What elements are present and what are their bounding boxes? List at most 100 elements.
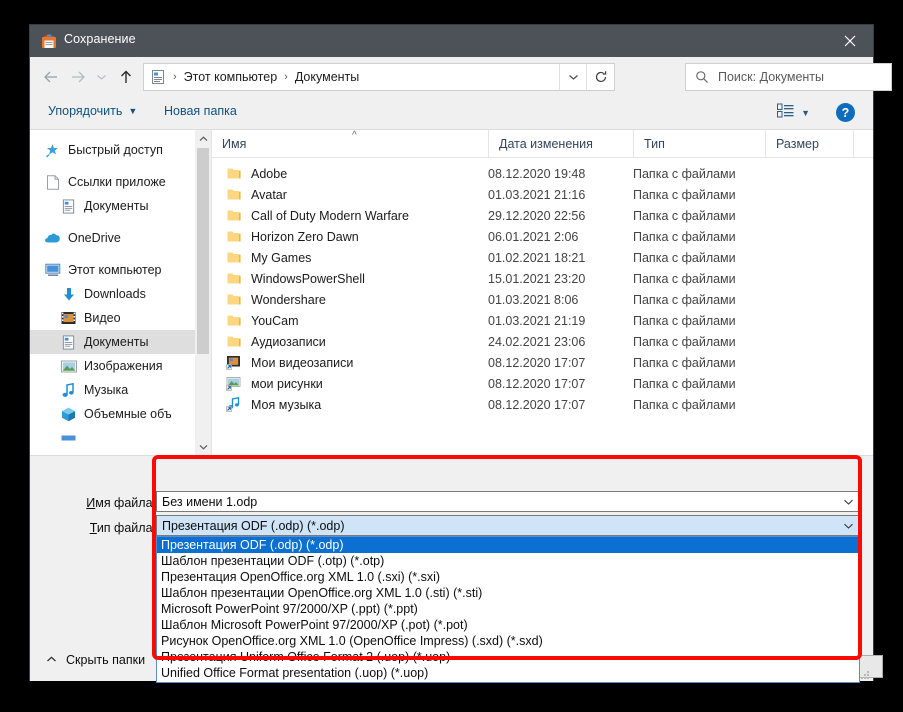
folder-icon — [226, 313, 242, 329]
chevron-down-icon: ▼ — [128, 106, 138, 116]
dropdown-option[interactable]: Рисунок OpenOffice.org XML 1.0 (OpenOffi… — [157, 633, 859, 649]
chevron-up-icon[interactable] — [195, 130, 211, 147]
chevron-down-icon: ▼ — [801, 108, 810, 118]
breadcrumb-item-0[interactable]: Этот компьютер — [184, 70, 277, 84]
dropdown-option[interactable]: Шаблон презентации ODF (.otp) (*.otp) — [157, 553, 859, 569]
address-bar[interactable]: › Этот компьютер › Документы — [143, 63, 615, 91]
pin-star-icon — [44, 143, 61, 158]
sidebar-item-app-links[interactable]: Ссылки приложе — [30, 170, 195, 194]
file-name-cell: WindowsPowerShell — [226, 271, 365, 287]
file-name-cell: Мои видеозаписи — [226, 355, 353, 371]
sidebar-item-partial[interactable] — [30, 426, 195, 450]
navigation-sidebar: Быстрый доступ Ссылки приложе Документы … — [30, 130, 195, 455]
sidebar-item-music[interactable]: Музыка — [30, 378, 195, 402]
folder-icon — [226, 229, 242, 245]
sidebar-item-label: Объемные объ — [84, 407, 172, 421]
view-list-icon — [777, 103, 794, 123]
file-date: 01.03.2021 21:19 — [488, 313, 586, 328]
help-button[interactable]: ? — [836, 103, 855, 122]
filetype-combobox[interactable]: Презентация ODF (.odp) (*.odp) — [156, 515, 860, 536]
table-row[interactable]: YouCam 01.03.2021 21:19 Папка с файлами — [212, 310, 873, 331]
sidebar-item-label: Этот компьютер — [68, 263, 162, 277]
table-row[interactable]: Avatar 01.03.2021 21:16 Папка с файлами — [212, 184, 873, 205]
organize-button[interactable]: Упорядочить ▼ — [48, 104, 137, 118]
sidebar-item-pictures[interactable]: Изображения — [30, 354, 195, 378]
arrow-left-icon[interactable] — [39, 65, 63, 89]
scrollbar-thumb[interactable] — [197, 148, 209, 354]
hide-folders-button[interactable]: Скрыть папки — [46, 653, 145, 667]
table-row[interactable]: Call of Duty Modern Warfare 29.12.2020 2… — [212, 205, 873, 226]
table-row[interactable]: Мои видеозаписи 08.12.2020 17:07 Папка с… — [212, 352, 873, 373]
window-title: Сохранение — [64, 32, 136, 46]
dropdown-option[interactable]: Презентация ODF (.odp) (*.odp) — [157, 537, 859, 553]
file-list: Имя ^ Дата изменения Тип Размер Adobe 08… — [212, 130, 873, 455]
save-icon — [41, 33, 57, 49]
title-bar: Сохранение — [30, 25, 873, 57]
sidebar-item-this-pc[interactable]: Этот компьютер — [30, 258, 195, 282]
table-row[interactable]: мои рисунки 08.12.2020 17:07 Папка с фай… — [212, 373, 873, 394]
table-row[interactable]: Adobe 08.12.2020 19:48 Папка с файлами — [212, 163, 873, 184]
dropdown-option[interactable]: Презентация Uniform Office Format 2 (.uo… — [157, 649, 859, 665]
file-type: Папка с файлами — [633, 334, 736, 349]
file-name: Avatar — [251, 187, 287, 202]
dropdown-option[interactable]: Презентация OpenOffice.org XML 1.0 (.sxi… — [157, 569, 859, 585]
file-name: Adobe — [251, 166, 288, 181]
breadcrumb-item-1[interactable]: Документы — [295, 70, 359, 84]
filename-value: Без имени 1.odp — [162, 494, 258, 509]
table-row[interactable]: Wondershare 01.03.2021 8:06 Папка с файл… — [212, 289, 873, 310]
sidebar-item-downloads[interactable]: Downloads — [30, 282, 195, 306]
file-type: Папка с файлами — [633, 292, 736, 307]
table-row[interactable]: Аудиозаписи 24.02.2021 23:06 Папка с фай… — [212, 331, 873, 352]
column-header-name[interactable]: Имя ^ — [212, 130, 488, 157]
dropdown-option[interactable]: Рисунок ODF (Impress) (.odg) (*.odg) — [157, 681, 859, 682]
save-dialog-window: Сохранение › Этот компьютер › Документы … — [30, 25, 892, 683]
sidebar-item-quick-access[interactable]: Быстрый доступ — [30, 138, 195, 162]
file-name: YouCam — [251, 313, 299, 328]
dropdown-option[interactable]: Microsoft PowerPoint 97/2000/XP (.ppt) (… — [157, 601, 859, 617]
sort-ascending-icon: ^ — [352, 130, 357, 141]
sidebar-item-documents-link[interactable]: Документы — [30, 194, 195, 218]
sidebar-scrollbar[interactable] — [195, 130, 212, 455]
sidebar-item-video[interactable]: Видео — [30, 306, 195, 330]
refresh-icon[interactable] — [586, 64, 614, 90]
table-row[interactable]: Horizon Zero Dawn 06.01.2021 2:06 Папка … — [212, 226, 873, 247]
filename-input[interactable]: Без имени 1.odp — [156, 491, 860, 512]
screenshot-root: Сохранение › Этот компьютер › Документы … — [0, 0, 903, 712]
documents-icon — [60, 334, 77, 350]
folder-icon — [226, 187, 242, 203]
table-row[interactable]: Моя музыка 08.12.2020 17:07 Папка с файл… — [212, 394, 873, 415]
chevron-down-icon[interactable] — [840, 492, 856, 511]
column-header-date[interactable]: Дата изменения — [488, 130, 633, 157]
table-row[interactable]: My Games 01.02.2021 18:21 Папка с файлам… — [212, 247, 873, 268]
music-shortcut-icon — [226, 397, 242, 413]
table-row[interactable]: WindowsPowerShell 15.01.2021 23:20 Папка… — [212, 268, 873, 289]
dropdown-option[interactable]: Шаблон презентации OpenOffice.org XML 1.… — [157, 585, 859, 601]
new-folder-button[interactable]: Новая папка — [164, 104, 237, 118]
chevron-down-icon[interactable] — [92, 65, 110, 89]
file-name: Wondershare — [251, 292, 326, 307]
column-header-size[interactable]: Размер — [765, 130, 853, 157]
dropdown-option[interactable]: Шаблон Microsoft PowerPoint 97/2000/XP (… — [157, 617, 859, 633]
file-type: Папка с файлами — [633, 187, 736, 202]
chevron-down-icon[interactable] — [559, 64, 586, 90]
sidebar-item-3d-objects[interactable]: Объемные объ — [30, 402, 195, 426]
column-label: Имя — [222, 136, 247, 151]
filetype-label-mnemonic: Т — [89, 521, 97, 535]
sidebar-item-onedrive[interactable]: OneDrive — [30, 226, 195, 250]
close-icon[interactable] — [827, 25, 873, 57]
video-icon — [60, 311, 77, 325]
arrow-up-icon[interactable] — [114, 65, 138, 89]
column-header-type[interactable]: Тип — [633, 130, 765, 157]
filetype-dropdown-list[interactable]: Презентация ODF (.odp) (*.odp) Шаблон пр… — [156, 536, 860, 683]
search-input[interactable]: Поиск: Документы — [685, 63, 892, 91]
chevron-down-icon[interactable] — [195, 438, 211, 455]
chevron-down-icon[interactable] — [840, 516, 856, 535]
folder-icon — [226, 292, 242, 308]
resize-grip[interactable] — [858, 667, 870, 679]
folder-icon — [226, 334, 242, 350]
sidebar-item-documents[interactable]: Документы — [30, 330, 195, 354]
dropdown-option[interactable]: Unified Office Format presentation (.uop… — [157, 665, 859, 681]
arrow-right-icon[interactable] — [66, 65, 90, 89]
sidebar-item-label: Быстрый доступ — [68, 143, 163, 157]
view-mode-button[interactable]: ▼ — [777, 103, 810, 123]
